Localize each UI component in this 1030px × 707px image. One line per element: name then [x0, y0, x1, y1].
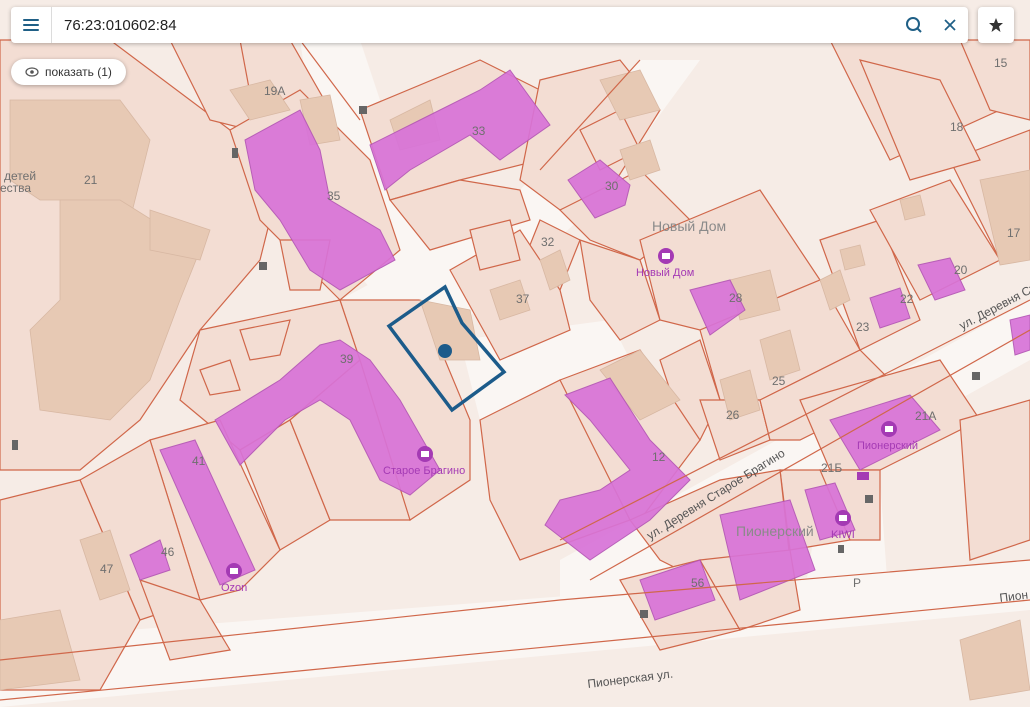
cadastral-map[interactable]: 15 19А 18 21 33 30 35 32 17 20 22 37 28 … [0, 0, 1030, 707]
poi-label: KIWI [831, 529, 855, 541]
house-number: 19А [264, 84, 285, 98]
partial-label: ества [0, 181, 31, 195]
house-number: 35 [327, 189, 341, 203]
favorite-button[interactable] [978, 7, 1014, 43]
house-number: 23 [856, 320, 870, 334]
poi-small-icon [857, 472, 869, 480]
entrance-icon [838, 545, 844, 553]
house-number: 28 [729, 291, 743, 305]
house-number: 32 [541, 235, 555, 249]
house-number: 33 [472, 124, 486, 138]
place-label-novyi-dom: Новый Дом [652, 218, 726, 234]
house-number: 56 [691, 576, 705, 590]
parking-label: P [853, 576, 861, 590]
search-bar [11, 7, 968, 43]
search-input[interactable] [52, 8, 896, 42]
house-number: 21 [84, 173, 98, 187]
house-number: 25 [772, 374, 786, 388]
accessibility-icon [640, 610, 648, 618]
house-number: 21А [915, 409, 936, 423]
selected-parcel-marker[interactable] [438, 344, 452, 358]
menu-icon [23, 19, 39, 31]
house-number: 41 [192, 454, 206, 468]
house-number: 30 [605, 179, 619, 193]
house-number: 22 [900, 292, 914, 306]
star-icon [989, 18, 1003, 32]
house-number: 46 [161, 545, 175, 559]
show-results-button[interactable]: показать (1) [11, 59, 126, 85]
entrance-icon [865, 495, 873, 503]
entrance-icon [359, 106, 367, 114]
accessibility-icon [972, 372, 980, 380]
poi-label: Ozon [221, 582, 247, 594]
entrance-icon [12, 440, 18, 450]
poi-label: Пионерский [857, 440, 918, 452]
place-label-pionersky: Пионерский [736, 523, 814, 539]
poi-label: Новый Дом [636, 267, 694, 279]
house-number: 15 [994, 56, 1008, 70]
house-number: 20 [954, 263, 968, 277]
search-button[interactable] [896, 7, 932, 43]
house-number: 21Б [821, 461, 842, 475]
search-icon [906, 17, 922, 33]
poi-label: Старое Брагино [383, 465, 465, 477]
entrance-icon [259, 262, 267, 270]
eye-icon [25, 67, 39, 77]
close-icon [944, 19, 956, 31]
house-number: 12 [652, 450, 666, 464]
house-number: 26 [726, 408, 740, 422]
house-number: 37 [516, 292, 530, 306]
menu-button[interactable] [11, 7, 52, 43]
clear-button[interactable] [932, 7, 968, 43]
house-number: 18 [950, 120, 964, 134]
show-results-label: показать (1) [45, 65, 112, 79]
house-number: 39 [340, 352, 354, 366]
house-number: 47 [100, 562, 114, 576]
house-number: 17 [1007, 226, 1021, 240]
entrance-icon [232, 148, 238, 158]
